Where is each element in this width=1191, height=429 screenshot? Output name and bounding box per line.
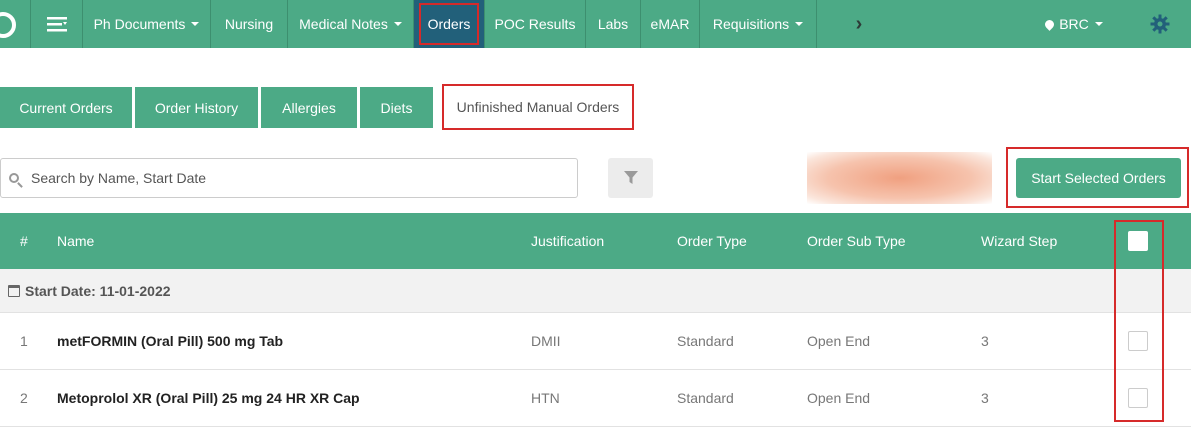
filter-button[interactable]: [608, 158, 653, 198]
start-selected-orders-button[interactable]: Start Selected Orders: [1016, 158, 1181, 198]
nav-label: Medical Notes: [299, 16, 388, 32]
tab-label: Unfinished Manual Orders: [456, 99, 620, 115]
tab-allergies[interactable]: Allergies: [261, 87, 357, 128]
caret-down-icon: [393, 22, 402, 26]
nav-label: Nursing: [224, 16, 274, 32]
row-order-type: Standard: [677, 390, 734, 406]
caret-down-icon: [795, 22, 804, 26]
col-wizard-step[interactable]: Wizard Step: [981, 233, 1057, 249]
caret-down-icon: [1094, 22, 1103, 26]
nav-emar[interactable]: eMAR: [641, 0, 700, 48]
tab-order-history[interactable]: Order History: [135, 87, 258, 128]
row-justification: HTN: [531, 390, 560, 406]
nav-label: POC Results: [494, 16, 576, 32]
nav-requisitions[interactable]: Requisitions: [700, 0, 817, 48]
hamburger-icon[interactable]: [31, 0, 83, 48]
tab-current-orders[interactable]: Current Orders: [0, 87, 132, 128]
col-order-sub-type[interactable]: Order Sub Type: [807, 233, 906, 249]
nav-poc-results[interactable]: POC Results: [485, 0, 586, 48]
tab-diets[interactable]: Diets: [360, 87, 433, 128]
caret-down-icon: [191, 22, 200, 26]
row-checkbox[interactable]: [1128, 388, 1148, 408]
nav-orders[interactable]: Orders: [414, 0, 485, 48]
col-num: #: [20, 233, 28, 249]
group-label: Start Date: 11-01-2022: [25, 282, 171, 299]
gear-icon[interactable]: [1129, 0, 1191, 48]
nav-label: eMAR: [650, 16, 690, 32]
start-selected-highlight: Start Selected Orders: [1006, 147, 1189, 208]
calendar-icon: [8, 284, 20, 297]
row-order-type: Standard: [677, 333, 734, 349]
nav-labs[interactable]: Labs: [586, 0, 641, 48]
nav-label: Orders: [418, 3, 480, 45]
tab-label: Order History: [154, 99, 239, 116]
filter-icon: [623, 171, 638, 184]
search-icon: [9, 173, 19, 183]
row-checkbox[interactable]: [1128, 331, 1148, 351]
tab-label: Allergies: [282, 99, 336, 116]
row-wizard-step: 3: [981, 333, 989, 349]
row-justification: DMII: [531, 333, 561, 349]
row-num: 2: [20, 390, 28, 406]
row-name: metFORMIN (Oral Pill) 500 mg Tab: [57, 333, 284, 349]
col-justification[interactable]: Justification: [531, 233, 604, 249]
row-num: 1: [20, 333, 28, 349]
nav-label: Requisitions: [712, 16, 790, 32]
col-order-type[interactable]: Order Type: [677, 233, 747, 249]
row-name: Metoprolol XR (Oral Pill) 25 mg 24 HR XR…: [57, 390, 360, 406]
tab-label: Current Orders: [19, 99, 113, 116]
table-header: # Name Justification Order Type Order Su…: [0, 213, 1191, 269]
nav-label: Labs: [597, 16, 629, 32]
location-selector[interactable]: BRC: [1019, 0, 1129, 48]
order-tabs: Current Orders Order History Allergies D…: [0, 84, 637, 130]
nav-nursing[interactable]: Nursing: [211, 0, 288, 48]
row-order-sub-type: Open End: [807, 390, 871, 406]
nav-ph-documents[interactable]: Ph Documents: [83, 0, 211, 48]
map-pin-icon: [1043, 17, 1057, 31]
table-row[interactable]: 2 Metoprolol XR (Oral Pill) 25 mg 24 HR …: [0, 370, 1191, 427]
search-box: [0, 158, 578, 198]
redacted-area: [807, 152, 992, 204]
top-navbar: Ph Documents Nursing Medical Notes Order…: [0, 0, 1191, 48]
nav-medical-notes[interactable]: Medical Notes: [288, 0, 414, 48]
nav-label: Ph Documents: [93, 16, 186, 32]
group-row: Start Date: 11-01-2022: [0, 269, 1191, 313]
chevron-right-icon[interactable]: ›: [817, 0, 901, 48]
select-all-checkbox[interactable]: [1128, 231, 1148, 251]
col-name[interactable]: Name: [57, 233, 94, 249]
search-input[interactable]: [31, 170, 551, 186]
tab-unfinished-manual-orders[interactable]: Unfinished Manual Orders: [442, 84, 634, 130]
row-order-sub-type: Open End: [807, 333, 871, 349]
location-label: BRC: [1059, 16, 1089, 32]
table-row[interactable]: 1 metFORMIN (Oral Pill) 500 mg Tab DMII …: [0, 313, 1191, 370]
row-wizard-step: 3: [981, 390, 989, 406]
tab-label: Diets: [380, 99, 413, 116]
app-logo[interactable]: [0, 0, 31, 48]
